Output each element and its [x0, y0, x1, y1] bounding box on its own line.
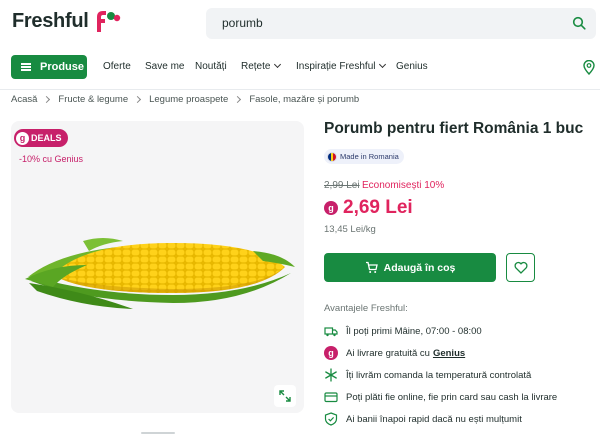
chevron-down-icon: [379, 60, 387, 69]
breadcrumb-home[interactable]: Acasă: [11, 94, 37, 105]
location-pin-icon[interactable]: [583, 60, 595, 75]
search-icon[interactable]: [572, 16, 586, 30]
product-image[interactable]: [23, 221, 299, 313]
origin-badge: Made in Romania: [324, 149, 404, 164]
shield-icon: [324, 412, 338, 426]
chevron-right-icon: [43, 95, 51, 104]
origin-label: Made in Romania: [340, 152, 399, 161]
advantage-genius: g Ai livrare gratuită cu Genius: [324, 346, 465, 360]
deals-badge: g DEALS: [14, 129, 68, 147]
search-bar[interactable]: porumb: [206, 8, 596, 39]
add-to-cart-button[interactable]: Adaugă în coș: [324, 253, 496, 282]
advantages-title: Avantajele Freshful:: [324, 303, 408, 314]
heart-icon: [514, 261, 527, 274]
product-image-panel: g DEALS -10% cu Genius: [11, 121, 304, 413]
advantage-payment-text: Poți plăti fie online, fie prin card sau…: [346, 391, 558, 403]
savings-label: Economisești 10%: [362, 180, 445, 191]
produse-menu-button[interactable]: Produse: [11, 55, 87, 79]
old-price: 2,99 Lei: [324, 180, 360, 191]
breadcrumb: Acasă Fructe & legume Legume proaspete F…: [11, 94, 359, 105]
nav-item-noutati[interactable]: Noutăți: [195, 61, 227, 72]
snowflake-icon: [325, 368, 337, 382]
unit-price: 13,45 Lei/kg: [324, 224, 376, 235]
genius-g-icon: g: [324, 201, 338, 215]
advantage-temperature-text: Îți livrăm comanda la temperatură contro…: [346, 369, 532, 381]
genius-link[interactable]: Genius: [433, 348, 465, 359]
expand-icon: [279, 390, 291, 402]
produse-label: Produse: [40, 61, 85, 73]
advantage-refund: Ai banii înapoi rapid dacă nu ești mulțu…: [324, 412, 522, 426]
genius-discount-label: -10% cu Genius: [19, 154, 84, 164]
genius-icon: g: [324, 346, 338, 360]
deals-label: DEALS: [31, 133, 62, 143]
price-row: g 2,69 Lei: [324, 197, 413, 219]
genius-g-icon: g: [324, 346, 338, 360]
advantage-genius-text: Ai livrare gratuită cu: [346, 347, 430, 359]
menu-icon: [21, 63, 31, 71]
advantage-delivery-text: Îl poți primi Mâine, 07:00 - 08:00: [346, 325, 482, 337]
favorite-button[interactable]: [506, 253, 535, 282]
breadcrumb-fasole-mazare-porumb[interactable]: Fasole, mazăre și porumb: [249, 94, 359, 105]
genius-g-icon: g: [16, 131, 29, 145]
truck-icon: [324, 327, 338, 337]
nav-item-inspiratie-label: Inspirație Freshful: [296, 61, 376, 72]
chevron-right-icon: [134, 95, 142, 104]
nav-item-oferte[interactable]: Oferte: [103, 61, 131, 72]
header-divider: [0, 89, 600, 90]
card-icon: [324, 392, 338, 403]
current-price: 2,69 Lei: [343, 197, 413, 218]
advantage-delivery: Îl poți primi Mâine, 07:00 - 08:00: [324, 324, 482, 338]
nav-item-retete-label: Rețete: [241, 61, 271, 72]
freshful-logo[interactable]: Freshful: [12, 8, 121, 34]
add-to-cart-label: Adaugă în coș: [383, 261, 456, 274]
logo-mark-icon: [96, 11, 120, 32]
chevron-right-icon: [234, 95, 242, 104]
nav-item-genius[interactable]: Genius: [396, 61, 428, 72]
logo-text: Freshful: [12, 9, 89, 32]
nav-item-save-me[interactable]: Save me: [145, 61, 184, 72]
advantage-refund-text: Ai banii înapoi rapid dacă nu ești mulțu…: [346, 413, 522, 425]
nav-item-inspiratie[interactable]: Inspirație Freshful: [296, 60, 387, 72]
header: Freshful porumb: [0, 0, 600, 47]
advantage-payment: Poți plăti fie online, fie prin card sau…: [324, 390, 557, 404]
advantage-temperature: Îți livrăm comanda la temperatură contro…: [324, 368, 531, 382]
breadcrumb-legume-proaspete[interactable]: Legume proaspete: [149, 94, 228, 105]
chevron-down-icon: [274, 60, 282, 69]
main-nav: Produse Oferte Save me Noutăți Rețete In…: [0, 55, 600, 81]
nav-item-retete[interactable]: Rețete: [241, 60, 282, 72]
product-title: Porumb pentru fiert România 1 buc: [324, 120, 584, 137]
search-input[interactable]: porumb: [222, 16, 263, 30]
cart-icon: [365, 261, 378, 273]
expand-image-button[interactable]: [274, 385, 296, 407]
romania-flag-icon: [327, 151, 337, 162]
breadcrumb-fructe-legume[interactable]: Fructe & legume: [58, 94, 128, 105]
